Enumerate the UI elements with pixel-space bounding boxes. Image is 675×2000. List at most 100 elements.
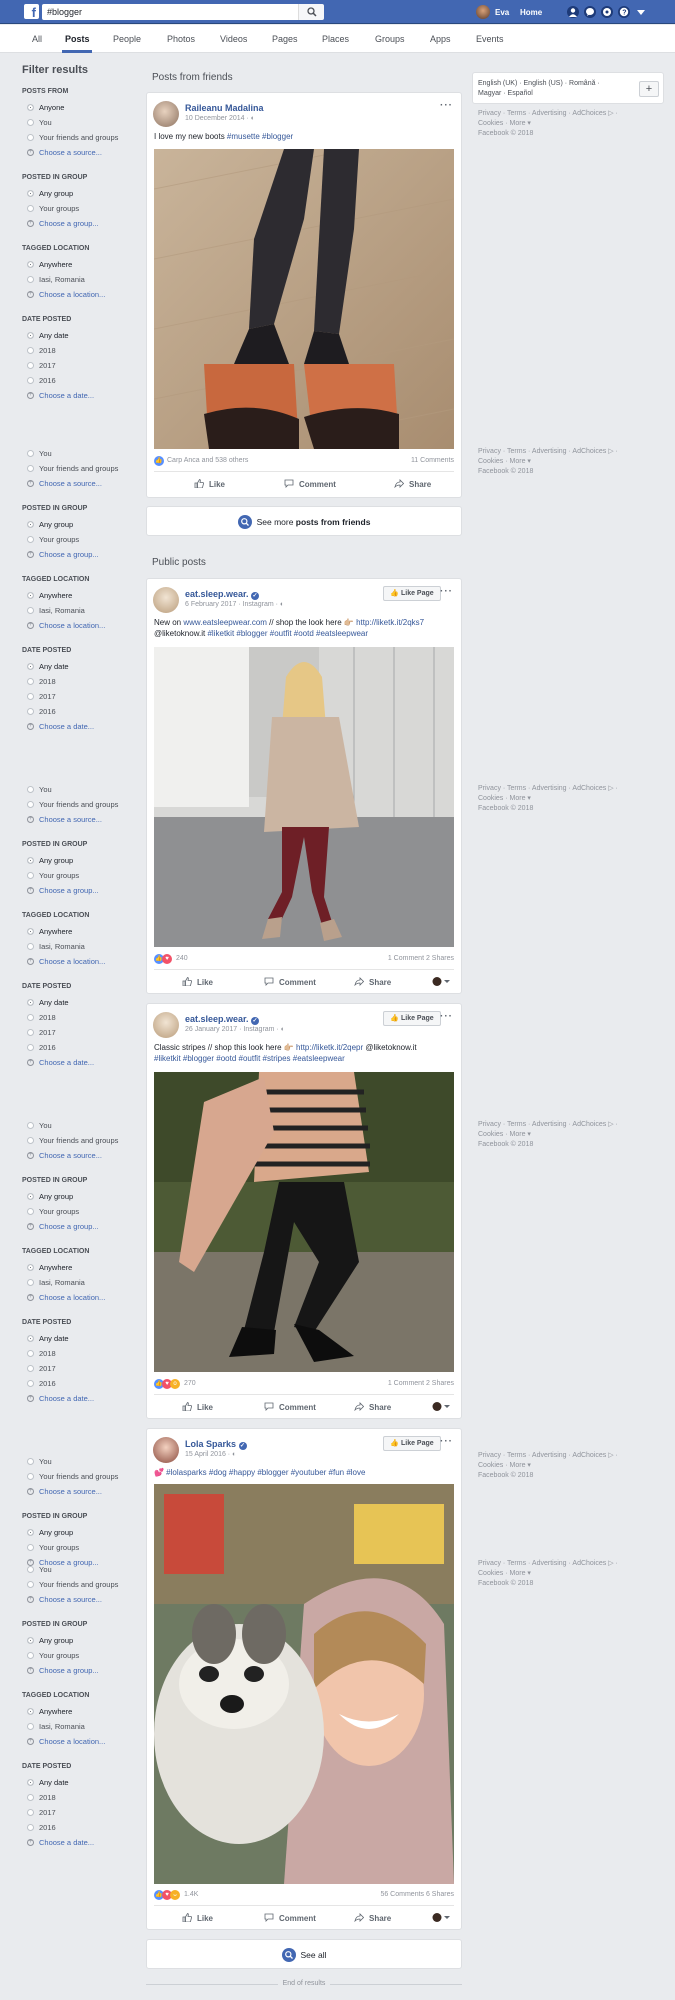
radio-button[interactable]	[27, 1380, 34, 1387]
radio-button[interactable]	[27, 607, 34, 614]
post-photo-boots[interactable]	[153, 128, 455, 470]
filter-option[interactable]: Your friends and groups	[22, 1577, 142, 1592]
filter-option[interactable]: 2018	[22, 1010, 142, 1025]
post-author[interactable]: eat.sleep.wear. ✓	[185, 1014, 260, 1025]
tab-apps[interactable]: Apps	[430, 34, 451, 44]
radio-button[interactable]	[27, 377, 34, 384]
filter-option[interactable]: Your groups	[22, 1204, 142, 1219]
filter-option[interactable]: 2016	[22, 1820, 142, 1835]
filter-option[interactable]: Any date	[22, 1775, 142, 1790]
filter-option[interactable]: You	[22, 446, 142, 461]
filter-option[interactable]: 2018	[22, 1346, 142, 1361]
filter-option[interactable]: Anywhere	[22, 1260, 142, 1275]
filter-option[interactable]: 2017	[22, 1361, 142, 1376]
radio-button[interactable]	[27, 1794, 34, 1801]
filter-choose-link[interactable]: + Choose a location...	[22, 954, 142, 969]
radio-button[interactable]	[27, 1193, 34, 1200]
radio-button[interactable]	[27, 465, 34, 472]
messenger-icon[interactable]	[584, 6, 596, 18]
filter-option[interactable]: Any date	[22, 995, 142, 1010]
filter-choose-link[interactable]: + Choose a source...	[22, 1148, 142, 1163]
radio-button[interactable]	[27, 521, 34, 528]
like-page-button[interactable]: 👍 Like Page	[383, 586, 441, 601]
post-author[interactable]: Lola Sparks ✓	[185, 1439, 247, 1450]
radio-button[interactable]	[27, 1708, 34, 1715]
post-hashtags[interactable]: 💕 #lolasparks #dog #happy #blogger #yout…	[154, 1468, 365, 1477]
post-options-icon[interactable]: ···	[440, 586, 453, 597]
filter-option[interactable]: You	[22, 1118, 142, 1133]
post-photo-selfie-dog[interactable]	[154, 1484, 454, 1884]
radio-button[interactable]	[27, 1581, 34, 1588]
comments-count[interactable]: 1 Comment 2 Shares	[388, 955, 454, 962]
comments-count[interactable]: 56 Comments 6 Shares	[380, 1891, 454, 1898]
radio-button[interactable]	[27, 347, 34, 354]
footer-links[interactable]: Cookies · More ▾	[478, 119, 618, 129]
comment-button[interactable]: Comment	[264, 1402, 316, 1412]
share-button[interactable]: Share	[354, 1402, 391, 1412]
radio-button[interactable]	[27, 104, 34, 111]
filter-option[interactable]: Anyone	[22, 100, 142, 115]
filter-choose-link[interactable]: + Choose a group...	[22, 1219, 142, 1234]
author-avatar[interactable]	[153, 1437, 179, 1463]
filter-option[interactable]: 2016	[22, 704, 142, 719]
radio-button[interactable]	[27, 1779, 34, 1786]
radio-button[interactable]	[27, 708, 34, 715]
filter-option[interactable]: 2017	[22, 689, 142, 704]
radio-button[interactable]	[27, 1529, 34, 1536]
like-page-button[interactable]: 👍 Like Page	[383, 1011, 441, 1026]
radio-button[interactable]	[27, 943, 34, 950]
tab-posts[interactable]: Posts	[65, 34, 90, 44]
radio-button[interactable]	[27, 450, 34, 457]
filter-choose-link[interactable]: + Choose a source...	[22, 812, 142, 827]
search-button[interactable]	[298, 4, 324, 20]
radio-button[interactable]	[27, 1014, 34, 1021]
radio-button[interactable]	[27, 1122, 34, 1129]
footer-links[interactable]: Cookies · More ▾	[478, 794, 618, 804]
post-author[interactable]: eat.sleep.wear. ✓	[185, 589, 260, 600]
radio-button[interactable]	[27, 1350, 34, 1357]
audience-selector-icon[interactable]	[432, 976, 450, 987]
filter-choose-link[interactable]: + Choose a location...	[22, 1290, 142, 1305]
radio-button[interactable]	[27, 663, 34, 670]
account-menu-icon[interactable]	[635, 6, 647, 18]
filter-option[interactable]: You	[22, 1562, 142, 1577]
filter-option[interactable]: Your groups	[22, 532, 142, 547]
footer-links[interactable]: Privacy · Terms · Advertising · AdChoice…	[478, 109, 618, 119]
footer-links[interactable]: Cookies · More ▾	[478, 1569, 618, 1579]
post-link[interactable]: http://liketk.it/2qks7	[356, 618, 424, 627]
post-hashtags[interactable]: #liketkit #blogger #ootd #outfit #stripe…	[154, 1054, 345, 1063]
footer-links[interactable]: Privacy · Terms · Advertising · AdChoice…	[478, 1120, 618, 1130]
post-options-icon[interactable]: ···	[440, 100, 453, 111]
filter-option[interactable]: Your friends and groups	[22, 797, 142, 812]
like-button[interactable]: Like	[194, 479, 225, 489]
filter-option[interactable]: Your friends and groups	[22, 1469, 142, 1484]
author-avatar[interactable]	[153, 587, 179, 613]
filter-choose-link[interactable]: + Choose a date...	[22, 719, 142, 734]
filter-option[interactable]: Anywhere	[22, 924, 142, 939]
filter-option[interactable]: Any date	[22, 328, 142, 343]
search-input[interactable]	[42, 4, 320, 20]
filter-option[interactable]: Iasi, Romania	[22, 272, 142, 287]
reactions-summary[interactable]: 👍 ♥ o 270 1 Comment 2 Shares	[154, 1379, 454, 1391]
notifications-icon[interactable]	[601, 6, 613, 18]
footer-links[interactable]: Cookies · More ▾	[478, 1461, 618, 1471]
filter-option[interactable]: Any group	[22, 1525, 142, 1540]
radio-button[interactable]	[27, 1208, 34, 1215]
comment-button[interactable]: Comment	[264, 977, 316, 987]
filter-option[interactable]: Your friends and groups	[22, 461, 142, 476]
radio-button[interactable]	[27, 1029, 34, 1036]
add-language-button[interactable]: +	[639, 81, 659, 97]
friend-requests-icon[interactable]	[567, 6, 579, 18]
radio-button[interactable]	[27, 134, 34, 141]
filter-choose-link[interactable]: + Choose a date...	[22, 388, 142, 403]
tab-events[interactable]: Events	[476, 34, 504, 44]
tab-people[interactable]: People	[113, 34, 141, 44]
radio-button[interactable]	[27, 332, 34, 339]
language-links[interactable]: Magyar · Español	[478, 89, 533, 98]
radio-button[interactable]	[27, 119, 34, 126]
radio-button[interactable]	[27, 190, 34, 197]
radio-button[interactable]	[27, 786, 34, 793]
tab-groups[interactable]: Groups	[375, 34, 405, 44]
filter-option[interactable]: Anywhere	[22, 588, 142, 603]
filter-option[interactable]: Iasi, Romania	[22, 1275, 142, 1290]
